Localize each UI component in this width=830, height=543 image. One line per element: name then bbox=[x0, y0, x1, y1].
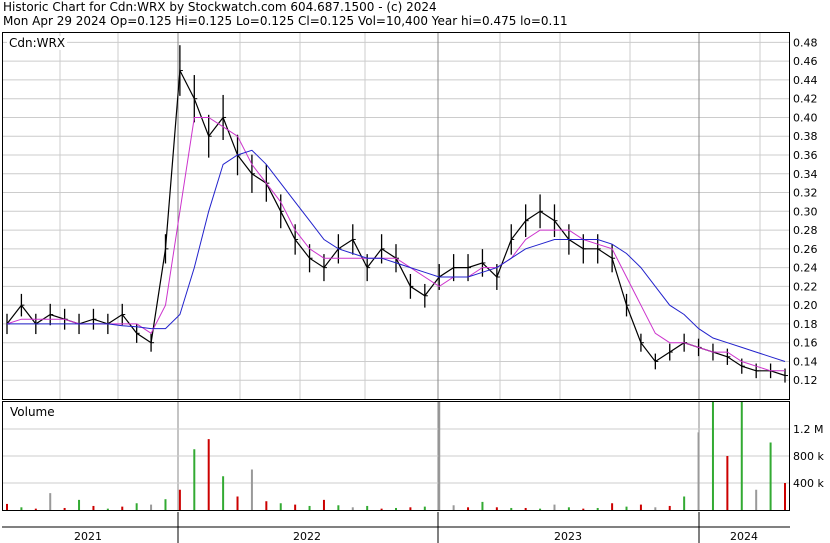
price-tick-label: 0.30 bbox=[793, 205, 818, 218]
price-tick-label: 0.16 bbox=[793, 337, 818, 350]
price-tick-label: 0.12 bbox=[793, 374, 818, 387]
price-tick-label: 0.38 bbox=[793, 130, 818, 143]
price-tick-label: 0.14 bbox=[793, 355, 818, 368]
volume-tick-label: 800 k bbox=[793, 450, 824, 463]
price-tick-label: 0.34 bbox=[793, 168, 818, 181]
price-tick-label: 0.48 bbox=[793, 36, 818, 49]
price-tick-label: 0.20 bbox=[793, 299, 818, 312]
symbol-label: Cdn:WRX bbox=[7, 36, 68, 50]
price-series-line bbox=[6, 68, 786, 377]
price-tick-label: 0.46 bbox=[793, 55, 818, 68]
price-tick-label: 0.28 bbox=[793, 224, 818, 237]
price-tick-label: 0.22 bbox=[793, 280, 818, 293]
price-tick-label: 0.32 bbox=[793, 187, 818, 200]
volume-tick-label: 1.2 M bbox=[793, 423, 823, 436]
price-tick-label: 0.36 bbox=[793, 149, 818, 162]
volume-tick-label: 400 k bbox=[793, 477, 824, 490]
price-tick-label: 0.18 bbox=[793, 318, 818, 331]
price-tick-label: 0.42 bbox=[793, 93, 818, 106]
historic-price-chart: 0.48 0.46 0.44 0.42 0.40 0.38 0.36 0.34 0.32 0.30… bbox=[2, 33, 824, 543]
price-tick-label: 0.26 bbox=[793, 243, 818, 256]
year-tick-label: 2024 bbox=[730, 530, 758, 543]
price-tick-label: 0.44 bbox=[793, 74, 818, 87]
year-tick-label: 2021 bbox=[74, 530, 102, 543]
volume-label: Volume bbox=[8, 405, 57, 419]
year-tick-label: 2023 bbox=[554, 530, 582, 543]
year-tick-label: 2022 bbox=[293, 530, 321, 543]
price-tick-label: 0.40 bbox=[793, 111, 818, 124]
price-tick-label: 0.24 bbox=[793, 262, 818, 275]
